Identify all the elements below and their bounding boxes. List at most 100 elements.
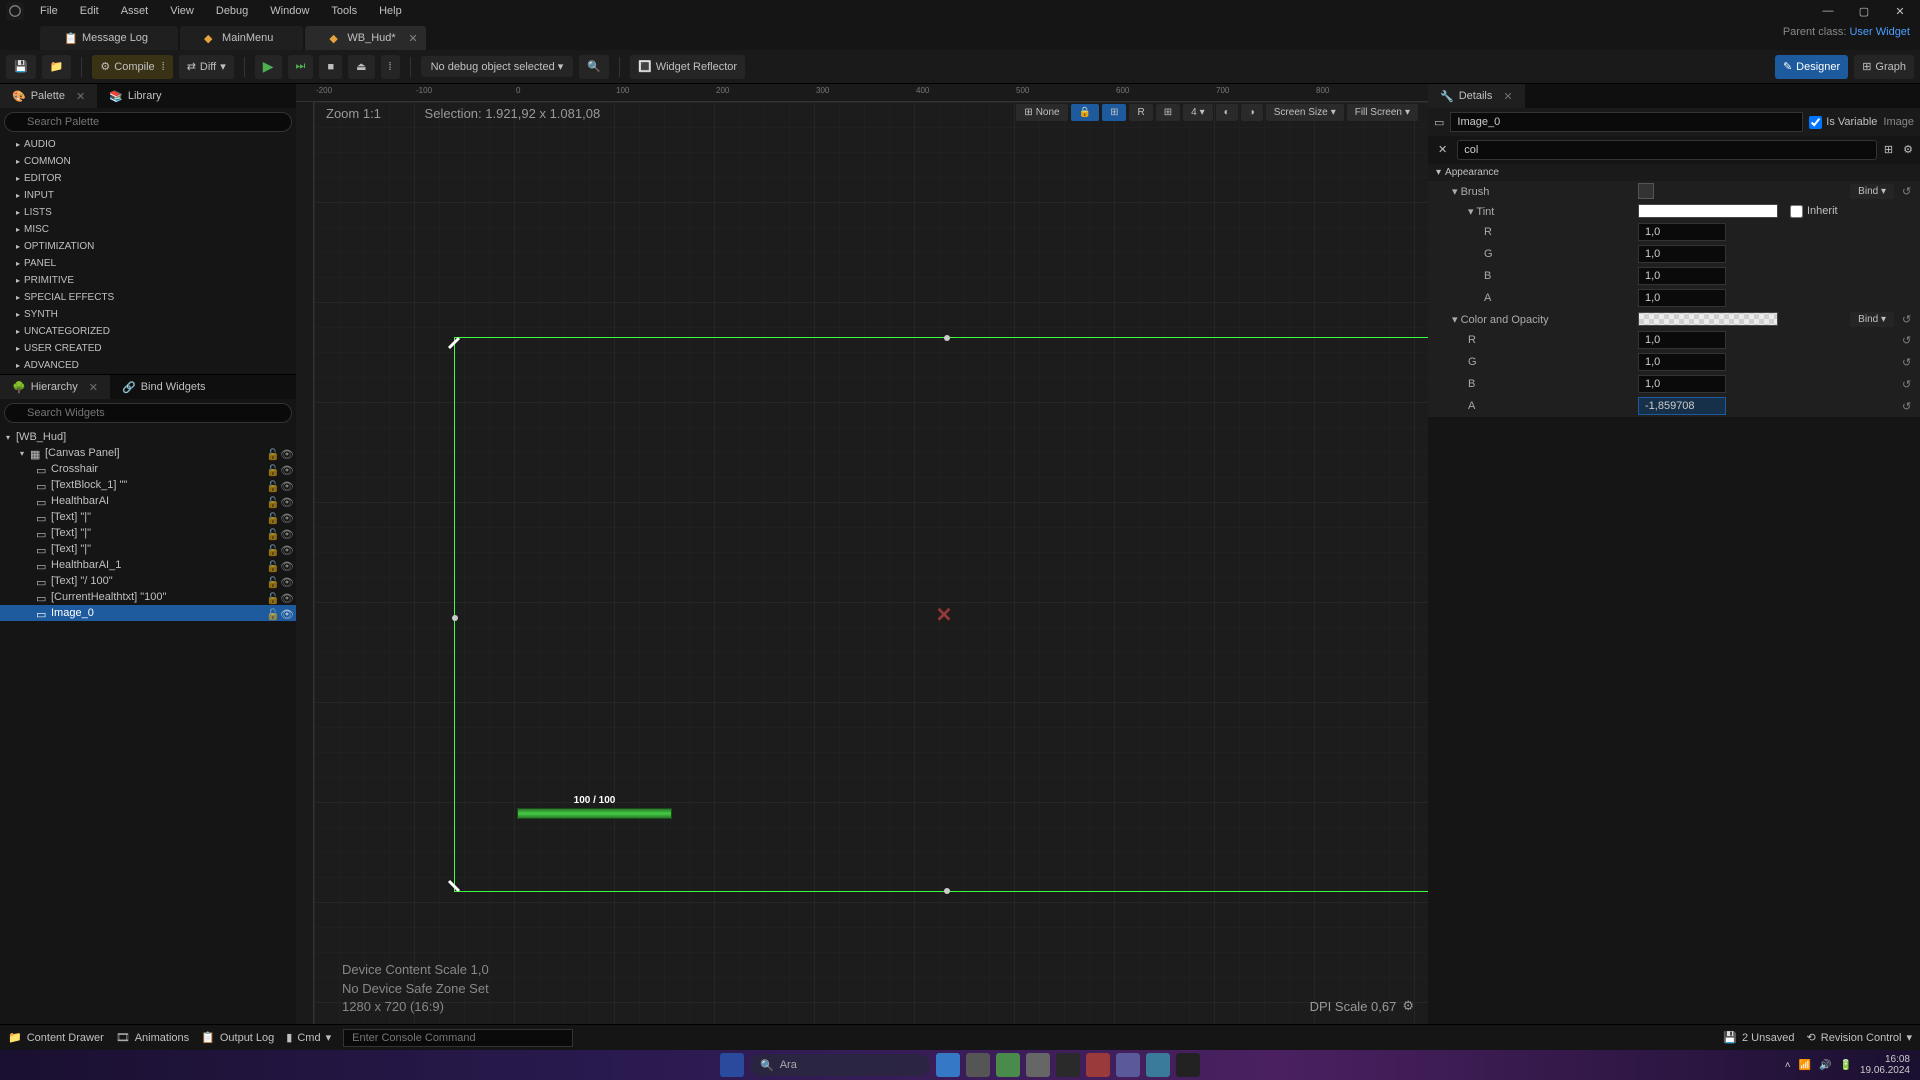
stop-button[interactable]: ■ [319,55,342,79]
palette-category[interactable]: UNCATEGORIZED [0,323,296,340]
taskbar-app[interactable] [966,1053,990,1077]
chevron-up-icon[interactable]: ˄ [1785,1060,1791,1071]
window-maximize[interactable]: ▢ [1850,5,1878,18]
clear-search-button[interactable]: ✕ [1432,140,1453,160]
eject-button[interactable]: ⏏ [348,55,374,79]
resize-handle-tr[interactable] [1419,328,1428,352]
taskbar-app[interactable] [1086,1053,1110,1077]
taskbar-search[interactable]: 🔍Ara [750,1054,930,1076]
reset-button[interactable]: ↺ [1902,356,1916,369]
menu-view[interactable]: View [160,3,204,19]
hier-item[interactable]: ▭HealthbarAI🔓👁 [0,493,296,509]
taskbar-app[interactable] [1056,1053,1080,1077]
start-button[interactable] [720,1053,744,1077]
palette-category[interactable]: MISC [0,221,296,238]
palette-category[interactable]: ADVANCED [0,357,296,374]
options-button[interactable]: ⁞ [381,55,400,79]
parent-class-link[interactable]: User Widget [1849,26,1910,38]
ue-logo[interactable] [6,2,24,20]
hierarchy-tab[interactable]: 🌳Hierarchy✕ [0,375,110,399]
eye-icon[interactable]: 👁 [280,528,292,538]
fill-screen-dropdown[interactable]: Fill Screen ▾ [1347,104,1418,121]
canvas-area[interactable]: ✕ 100 / 100 Device Content Scale 1,0 No … [314,102,1428,1024]
lock-icon[interactable]: 🔓 [266,496,278,506]
compile-button[interactable]: ⚙Compile⁞ [92,55,172,79]
details-tab[interactable]: 🔧Details✕ [1428,84,1525,108]
eye-icon[interactable]: 👁 [280,592,292,602]
animations-button[interactable]: 🎞Animations [116,1031,189,1044]
lock-icon[interactable]: 🔓 [266,480,278,490]
designer-mode-button[interactable]: ✎Designer [1775,55,1848,79]
resize-handle-bl[interactable] [445,877,469,901]
hier-root[interactable]: ▾[WB_Hud] [0,429,296,445]
palette-category[interactable]: AUDIO [0,136,296,153]
localize-button[interactable]: 4 ▾ [1183,104,1213,121]
taskbar-app[interactable] [1026,1053,1050,1077]
bind-dropdown[interactable]: Bind ▾ [1850,184,1894,199]
grid-button[interactable]: ⊞ [1102,104,1126,121]
battery-icon[interactable]: 🔋 [1839,1060,1851,1071]
hier-item[interactable]: ▭[Text] "|"🔓👁 [0,509,296,525]
hier-item[interactable]: ▭HealthbarAI_1🔓👁 [0,557,296,573]
eye-icon[interactable]: 👁 [280,448,292,458]
widget-name-input[interactable] [1450,112,1803,132]
unsaved-indicator[interactable]: 💾2 Unsaved [1723,1031,1794,1044]
taskbar-app[interactable] [996,1053,1020,1077]
close-icon[interactable]: ✕ [408,32,417,45]
designer-viewport[interactable]: -200 -100 0 100 200 300 400 500 600 700 … [296,84,1428,1024]
resize-handle-l[interactable] [452,615,458,621]
reset-button[interactable]: ↺ [1902,400,1916,413]
hier-item[interactable]: ▭[Text] "/ 100"🔓👁 [0,573,296,589]
palette-category[interactable]: PANEL [0,255,296,272]
palette-category[interactable]: COMMON [0,153,296,170]
inherit-checkbox[interactable]: Inherit [1790,205,1838,218]
color-swatch[interactable] [1638,312,1778,326]
menu-debug[interactable]: Debug [206,3,258,19]
window-close[interactable]: ✕ [1886,5,1914,18]
eye-icon[interactable]: 👁 [280,576,292,586]
revision-control-button[interactable]: ⟲Revision Control ▾ [1807,1031,1912,1044]
hier-item[interactable]: ▭Crosshair🔓👁 [0,461,296,477]
taskbar-app[interactable] [936,1053,960,1077]
tab-wb-hud[interactable]: ◆ WB_Hud* ✕ [305,26,425,50]
menu-window[interactable]: Window [260,3,319,19]
taskbar-app[interactable] [1146,1053,1170,1077]
window-minimize[interactable]: — [1814,5,1842,18]
palette-tab[interactable]: 🎨Palette✕ [0,84,97,108]
lock-icon[interactable]: 🔓 [266,560,278,570]
eye-icon[interactable]: 👁 [280,560,292,570]
layout-none-button[interactable]: ⊞ None [1016,104,1067,121]
filter-icon[interactable]: ⊞ [1881,140,1896,160]
play-button[interactable]: ▶ [255,55,282,79]
palette-category[interactable]: LISTS [0,204,296,221]
menu-help[interactable]: Help [369,3,412,19]
details-search-input[interactable] [1457,140,1877,160]
eye-icon[interactable]: 👁 [280,608,292,618]
palette-category[interactable]: EDITOR [0,170,296,187]
lock-icon[interactable]: 🔓 [266,592,278,602]
hier-item[interactable]: ▭[Text] "|"🔓👁 [0,541,296,557]
eye-icon[interactable]: 👁 [280,512,292,522]
palette-category[interactable]: SPECIAL EFFECTS [0,289,296,306]
tab-message-log[interactable]: 📋 Message Log [40,26,178,50]
clock[interactable]: 16:08 19.06.2024 [1860,1054,1910,1076]
bind-dropdown[interactable]: Bind ▾ [1850,312,1894,327]
graph-mode-button[interactable]: ⊞Graph [1854,55,1914,79]
console-input[interactable] [343,1029,573,1047]
palette-search-input[interactable] [4,112,292,132]
section-appearance[interactable]: ▾ Appearance [1428,164,1920,181]
lock-icon[interactable]: 🔓 [266,608,278,618]
wifi-icon[interactable]: 📶 [1799,1060,1811,1071]
palette-category[interactable]: INPUT [0,187,296,204]
menu-edit[interactable]: Edit [70,3,109,19]
color-b-input[interactable] [1638,375,1726,393]
palette-category[interactable]: PRIMITIVE [0,272,296,289]
hier-item[interactable]: ▭[Text] "|"🔓👁 [0,525,296,541]
palette-category[interactable]: USER CREATED [0,340,296,357]
widget-reflector-button[interactable]: 🔳Widget Reflector [630,55,745,79]
color-swatch[interactable] [1638,204,1778,218]
content-drawer-button[interactable]: 📁Content Drawer [8,1031,104,1044]
outline-button[interactable]: ◐ [1216,104,1238,121]
hier-item-selected[interactable]: ▭Image_0🔓👁 [0,605,296,621]
diff-button[interactable]: ⇄Diff ▾ [179,55,234,79]
